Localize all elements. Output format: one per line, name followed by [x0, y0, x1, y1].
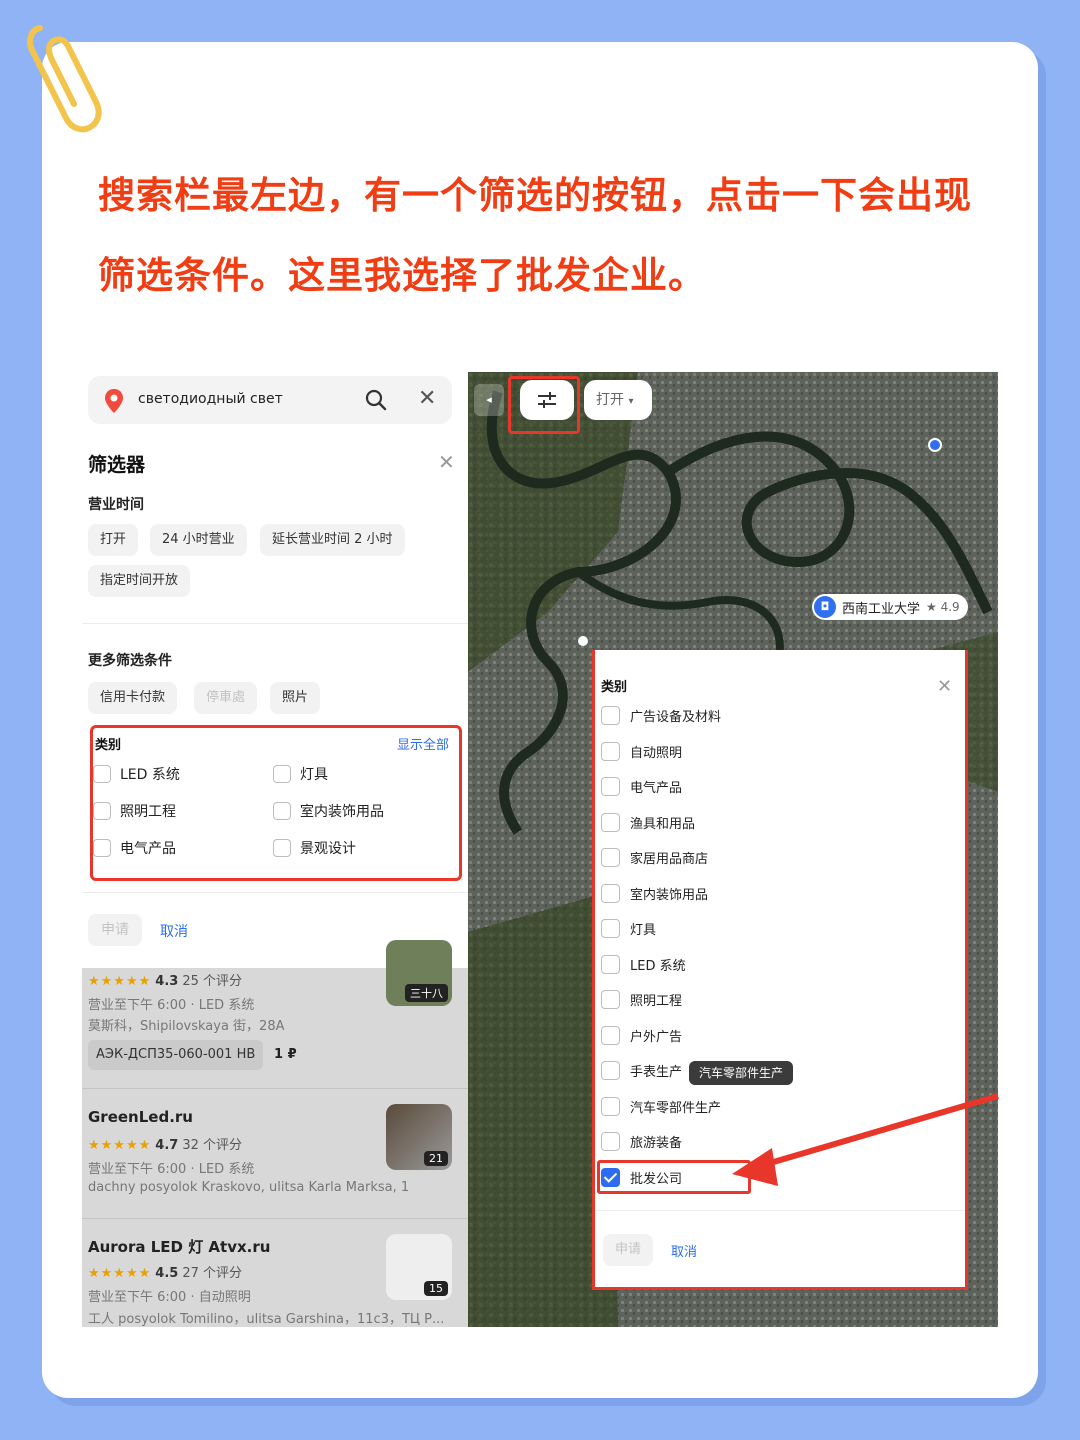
- checkbox[interactable]: [601, 848, 620, 867]
- location-marker[interactable]: [928, 438, 942, 452]
- category-option[interactable]: 照明工程: [601, 990, 682, 1009]
- checkbox[interactable]: [601, 954, 620, 974]
- result-thumbnail[interactable]: 15: [386, 1234, 452, 1300]
- category-lamps[interactable]: 灯具: [273, 764, 328, 784]
- collapse-panel-button[interactable]: ◂: [474, 384, 504, 416]
- headline: 搜索栏最左边，有一个筛选的按钮，点击一下会出现筛选条件。这里我选择了批发企业。: [98, 174, 972, 297]
- checkbox[interactable]: [601, 706, 620, 725]
- category-label: 类别: [95, 738, 122, 753]
- category-option[interactable]: LED 系统: [601, 954, 686, 974]
- checkbox[interactable]: [601, 1132, 620, 1151]
- clear-search-icon[interactable]: ✕: [418, 388, 436, 410]
- open-now-dropdown[interactable]: 打开 ▾: [584, 380, 652, 420]
- result-thumbnail[interactable]: 21: [386, 1104, 452, 1170]
- cancel-button[interactable]: 取消: [160, 921, 188, 941]
- checkbox[interactable]: [93, 765, 111, 783]
- category-option[interactable]: 汽车零部件生产: [601, 1096, 721, 1116]
- category-option[interactable]: 自动照明: [601, 741, 682, 761]
- filter-button-highlight: [508, 376, 580, 434]
- checkbox[interactable]: [93, 802, 111, 820]
- result-name[interactable]: GreenLed.ru: [88, 1108, 193, 1126]
- chip-photos[interactable]: 照片: [270, 682, 321, 714]
- checkbox[interactable]: [601, 883, 620, 903]
- apply-button[interactable]: 申请: [88, 914, 142, 946]
- product-price: 1 ₽: [274, 1047, 297, 1062]
- category-option[interactable]: 渔具和用品: [601, 812, 695, 832]
- search-bar[interactable]: светодиодный свет ✕: [88, 376, 452, 424]
- category-dropdown-panel: 类别 ✕ 广告设备及材料 自动照明电气产品渔具和用品家居用品商店 室内装饰用品 灯具 L…: [592, 650, 968, 1290]
- result-item[interactable]: Aurora LED 灯 Atvx.ru ★★★★★ 4.5 27 个评分 营业至下…: [82, 1234, 468, 1327]
- map-point[interactable]: [578, 636, 588, 646]
- filter-sidebar: светодиодный свет ✕ 筛选器 ✕ 营业时间 打开 24 小时营…: [82, 372, 468, 1327]
- show-all-link[interactable]: 显示全部: [397, 734, 449, 753]
- divider: [82, 892, 468, 893]
- chip-24h[interactable]: 24 小时营业: [150, 524, 247, 556]
- checkbox[interactable]: [601, 1025, 620, 1045]
- close-category-icon[interactable]: ✕: [937, 678, 952, 696]
- category-option[interactable]: 灯具: [601, 919, 656, 938]
- product-chip[interactable]: АЭК-ДСП35-060-001 НВ: [88, 1040, 264, 1070]
- chip-card-payment[interactable]: 信用卡付款: [88, 682, 178, 714]
- result-item[interactable]: GreenLed.ru ★★★★★ 4.7 32 个评分 营业至下午 6:00 · …: [82, 1104, 468, 1214]
- category-option[interactable]: 室内装饰用品: [601, 883, 708, 903]
- category-landscape-design[interactable]: 景观设计: [273, 838, 356, 858]
- category-highlight: 类别 显示全部 LED 系统 灯具 照明工程 室内装饰用品 电气产品 景观设计: [90, 725, 462, 881]
- wholesale-highlight: [597, 1160, 751, 1194]
- category-option[interactable]: 旅游装备: [601, 1132, 682, 1151]
- result-item[interactable]: ★★★★★ 4.3 25 个评分 营业至下午 6:00 · LED 系统 莫斯科，S…: [82, 940, 468, 1086]
- chip-parking[interactable]: 停車處: [194, 682, 258, 714]
- checkbox[interactable]: [601, 777, 620, 796]
- map-view[interactable]: ◂ 打开 ▾ ◘ 西南工业大学 ★ 4.9 类别 ✕ 广告设备及材料 自动照明电气…: [468, 372, 998, 1327]
- rating-stars-icon: ★★★★★: [88, 1266, 152, 1281]
- map-pin-icon: [105, 389, 123, 413]
- checkbox[interactable]: [273, 839, 291, 857]
- chip-specified-time[interactable]: 指定时间开放: [88, 565, 191, 597]
- close-filters-icon[interactable]: ✕: [438, 452, 455, 472]
- checkbox[interactable]: [93, 839, 111, 857]
- checkbox[interactable]: [601, 990, 620, 1009]
- category-option[interactable]: 电气产品: [601, 777, 682, 796]
- checkbox[interactable]: [601, 812, 620, 832]
- filter-title: 筛选器: [88, 454, 146, 476]
- hours-label: 营业时间: [88, 497, 144, 513]
- chip-open[interactable]: 打开: [88, 524, 139, 556]
- rating-stars-icon: ★★★★★: [88, 974, 152, 989]
- search-input[interactable]: светодиодный свет: [138, 391, 283, 407]
- category-option[interactable]: 家居用品商店: [601, 848, 708, 867]
- poi-marker[interactable]: ◘ 西南工业大学 ★ 4.9: [812, 594, 968, 620]
- category-lighting-engineering[interactable]: 照明工程: [93, 801, 176, 821]
- category-tooltip: 汽车零部件生产: [689, 1061, 794, 1085]
- results-list: ★★★★★ 4.3 25 个评分 营业至下午 6:00 · LED 系统 莫斯科，S…: [82, 940, 468, 1327]
- chip-extended-hours[interactable]: 延长营业时间 2 小时: [260, 524, 405, 556]
- apply-button[interactable]: 申请: [603, 1234, 654, 1266]
- checkbox[interactable]: [273, 802, 291, 820]
- category-option[interactable]: 户外广告: [601, 1025, 682, 1045]
- rating-stars-icon: ★★★★★: [88, 1138, 152, 1153]
- result-name[interactable]: Aurora LED 灯 Atvx.ru: [88, 1236, 270, 1257]
- checkbox[interactable]: [273, 765, 291, 783]
- paperclip-icon: [27, 25, 102, 133]
- cancel-button[interactable]: 取消: [671, 1241, 697, 1260]
- category-title: 类别: [601, 680, 628, 695]
- category-option[interactable]: 手表生产: [601, 1061, 682, 1080]
- checkbox[interactable]: [601, 1061, 620, 1080]
- category-electrical-products[interactable]: 电气产品: [93, 838, 176, 858]
- divider: [82, 623, 468, 624]
- category-option[interactable]: 广告设备及材料: [601, 706, 721, 725]
- result-thumbnail[interactable]: 三十八: [386, 940, 452, 1006]
- category-led-systems[interactable]: LED 系统: [93, 764, 180, 784]
- search-icon[interactable]: [364, 388, 388, 412]
- shopping-bag-icon: ◘: [814, 596, 836, 618]
- more-filters-label: 更多筛选条件: [88, 653, 172, 669]
- checkbox[interactable]: [601, 741, 620, 761]
- category-interior-decor[interactable]: 室内装饰用品: [273, 801, 384, 821]
- chevron-down-icon: ▾: [628, 396, 634, 407]
- checkbox[interactable]: [601, 919, 620, 938]
- checkbox[interactable]: [601, 1096, 620, 1116]
